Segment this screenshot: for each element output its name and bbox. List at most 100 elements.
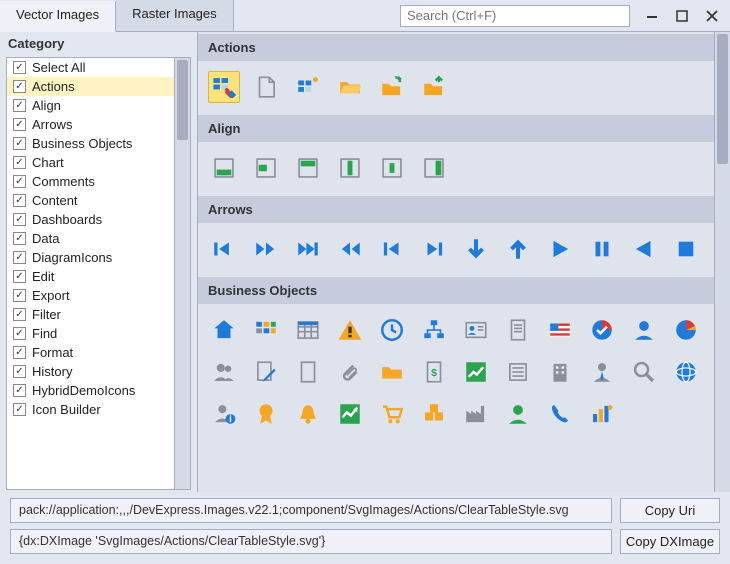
align-center-v-icon[interactable] bbox=[334, 152, 366, 184]
grid-color-icon[interactable] bbox=[250, 314, 282, 346]
arrow-up-icon[interactable] bbox=[502, 233, 534, 265]
building-icon[interactable] bbox=[544, 356, 576, 388]
home-icon[interactable] bbox=[208, 314, 240, 346]
align-bottom-icon[interactable] bbox=[208, 152, 240, 184]
ffwd-alt-icon[interactable] bbox=[292, 233, 324, 265]
document-icon[interactable] bbox=[502, 314, 534, 346]
search-input[interactable] bbox=[400, 5, 630, 27]
chart-green-icon[interactable] bbox=[334, 398, 366, 430]
checkbox-icon[interactable] bbox=[13, 403, 26, 416]
close-button[interactable] bbox=[698, 5, 726, 27]
checkbox-icon[interactable] bbox=[13, 308, 26, 321]
attachment-icon[interactable] bbox=[334, 356, 366, 388]
align-left-icon[interactable] bbox=[250, 152, 282, 184]
zoom-icon[interactable] bbox=[628, 356, 660, 388]
icon-gallery[interactable]: ActionsAlignArrowsBusiness Objects$i bbox=[198, 32, 714, 492]
category-item[interactable]: Content bbox=[7, 191, 174, 210]
category-item[interactable]: Select All bbox=[7, 58, 174, 77]
checkbox-icon[interactable] bbox=[13, 118, 26, 131]
checkbox-icon[interactable] bbox=[13, 365, 26, 378]
category-scrollbar[interactable] bbox=[175, 57, 191, 490]
align-center-v2-icon[interactable] bbox=[376, 152, 408, 184]
checkbox-icon[interactable] bbox=[13, 156, 26, 169]
checkbox-icon[interactable] bbox=[13, 61, 26, 74]
new-document-icon[interactable] bbox=[250, 71, 282, 103]
tab-vector-images[interactable]: Vector Images bbox=[0, 1, 116, 32]
factory-icon[interactable] bbox=[460, 398, 492, 430]
pie-tick-icon[interactable] bbox=[586, 314, 618, 346]
checkbox-icon[interactable] bbox=[13, 99, 26, 112]
spreadsheet-icon[interactable] bbox=[292, 314, 324, 346]
tab-raster-images[interactable]: Raster Images bbox=[116, 0, 234, 31]
user-info-icon[interactable]: i bbox=[208, 398, 240, 430]
boxes-icon[interactable] bbox=[418, 398, 450, 430]
user-icon[interactable] bbox=[628, 314, 660, 346]
checkbox-icon[interactable] bbox=[13, 384, 26, 397]
pause-icon[interactable] bbox=[586, 233, 618, 265]
user-green-icon[interactable] bbox=[502, 398, 534, 430]
cart-icon[interactable] bbox=[376, 398, 408, 430]
list-icon[interactable] bbox=[502, 356, 534, 388]
checkbox-icon[interactable] bbox=[13, 194, 26, 207]
folder-up-icon[interactable] bbox=[418, 71, 450, 103]
rewind-icon[interactable] bbox=[334, 233, 366, 265]
checkbox-icon[interactable] bbox=[13, 232, 26, 245]
checkbox-icon[interactable] bbox=[13, 137, 26, 150]
contact-card-icon[interactable] bbox=[460, 314, 492, 346]
doc-blank-icon[interactable] bbox=[292, 356, 324, 388]
user-tie-icon[interactable] bbox=[586, 356, 618, 388]
category-list[interactable]: Select AllActionsAlignArrowsBusiness Obj… bbox=[6, 57, 175, 490]
badge-icon[interactable] bbox=[250, 398, 282, 430]
copy-uri-button[interactable]: Copy Uri bbox=[620, 498, 720, 523]
category-item[interactable]: DiagramIcons bbox=[7, 248, 174, 267]
folder-icon[interactable] bbox=[376, 356, 408, 388]
minimize-button[interactable] bbox=[638, 5, 666, 27]
category-item[interactable]: Dashboards bbox=[7, 210, 174, 229]
fast-forward-icon[interactable] bbox=[250, 233, 282, 265]
bar-stats-icon[interactable] bbox=[586, 398, 618, 430]
category-item[interactable]: Actions bbox=[7, 77, 174, 96]
checkbox-icon[interactable] bbox=[13, 175, 26, 188]
edit-doc-icon[interactable] bbox=[250, 356, 282, 388]
category-item[interactable]: Business Objects bbox=[7, 134, 174, 153]
category-item[interactable]: History bbox=[7, 362, 174, 381]
warning-icon[interactable] bbox=[334, 314, 366, 346]
bell-icon[interactable] bbox=[292, 398, 324, 430]
checkbox-icon[interactable] bbox=[13, 327, 26, 340]
checkbox-icon[interactable] bbox=[13, 289, 26, 302]
category-item[interactable]: Filter bbox=[7, 305, 174, 324]
category-item[interactable]: Edit bbox=[7, 267, 174, 286]
category-item[interactable]: Data bbox=[7, 229, 174, 248]
org-chart-icon[interactable] bbox=[418, 314, 450, 346]
copy-dximage-button[interactable]: Copy DXImage bbox=[620, 529, 720, 554]
dximage-field[interactable]: {dx:DXImage 'SvgImages/Actions/ClearTabl… bbox=[10, 529, 612, 554]
folder-arrow-icon[interactable] bbox=[376, 71, 408, 103]
uri-field[interactable]: pack://application:,,,/DevExpress.Images… bbox=[10, 498, 612, 523]
play-left-icon[interactable] bbox=[628, 233, 660, 265]
checkbox-icon[interactable] bbox=[13, 251, 26, 264]
category-item[interactable]: Format bbox=[7, 343, 174, 362]
new-table-icon[interactable] bbox=[292, 71, 324, 103]
step-start-icon[interactable] bbox=[376, 233, 408, 265]
category-item[interactable]: Icon Builder bbox=[7, 400, 174, 419]
skip-start-icon[interactable] bbox=[208, 233, 240, 265]
stop-icon[interactable] bbox=[670, 233, 702, 265]
category-item[interactable]: Arrows bbox=[7, 115, 174, 134]
checkbox-icon[interactable] bbox=[13, 346, 26, 359]
category-item[interactable]: Export bbox=[7, 286, 174, 305]
globe-icon[interactable] bbox=[670, 356, 702, 388]
step-end-icon[interactable] bbox=[418, 233, 450, 265]
category-item[interactable]: Find bbox=[7, 324, 174, 343]
clock-icon[interactable] bbox=[376, 314, 408, 346]
play-icon[interactable] bbox=[544, 233, 576, 265]
align-top-icon[interactable] bbox=[292, 152, 324, 184]
category-item[interactable]: Align bbox=[7, 96, 174, 115]
category-item[interactable]: HybridDemoIcons bbox=[7, 381, 174, 400]
checkbox-icon[interactable] bbox=[13, 80, 26, 93]
flag-us-icon[interactable] bbox=[544, 314, 576, 346]
clear-table-style-icon[interactable] bbox=[208, 71, 240, 103]
gallery-scrollbar[interactable] bbox=[714, 32, 730, 492]
checkbox-icon[interactable] bbox=[13, 213, 26, 226]
users-icon[interactable] bbox=[208, 356, 240, 388]
category-item[interactable]: Comments bbox=[7, 172, 174, 191]
